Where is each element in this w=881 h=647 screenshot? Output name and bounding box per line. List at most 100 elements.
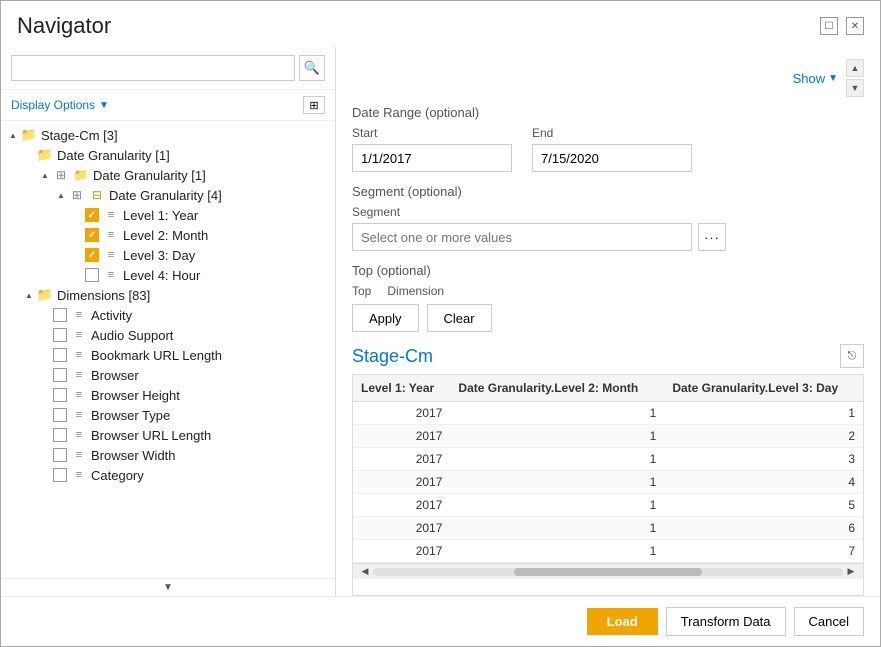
table-cell: 2017 [353,448,450,471]
table-cell: 1 [664,402,863,425]
checkbox-browser[interactable] [53,368,67,382]
tree-item-dimensions[interactable]: ▲ 📁 Dimensions [83] [1,285,335,305]
table-cell: 4 [664,471,863,494]
tree-item-date-gran-3[interactable]: ▲ ⊞ ⊟ Date Granularity [4] [1,185,335,205]
tree-item-bookmark-url[interactable]: ≡ Bookmark URL Length [1,345,335,365]
tree-item-audio-support[interactable]: ≡ Audio Support [1,325,335,345]
tree-item-browser-width[interactable]: ≡ Browser Width [1,445,335,465]
scroll-left-button[interactable]: ◀ [357,564,373,580]
tree-item-stage-cm[interactable]: ▲ 📁 Stage-Cm [3] [1,125,335,145]
tree-item-level-hour[interactable]: ≡ Level 4: Hour [1,265,335,285]
tree-item-browser-url-length[interactable]: ≡ Browser URL Length [1,425,335,445]
clear-button[interactable]: Clear [427,304,492,332]
expand-icon-browser-width [37,447,53,463]
checkbox-bookmark-url[interactable] [53,348,67,362]
expand-icon-date-gran-1[interactable] [21,147,37,163]
right-scroll-down[interactable]: ▼ [846,79,864,97]
data-table-wrapper: Level 1: Year Date Granularity.Level 2: … [352,374,864,596]
field-icon-browser-height: ≡ [71,387,87,403]
table-cell: 7 [664,540,863,563]
checkbox-browser-type[interactable] [53,408,67,422]
checkbox-browser-url-length[interactable] [53,428,67,442]
folder-icon-dimensions: 📁 [37,287,53,303]
search-button[interactable]: 🔍 [299,55,325,81]
tree-label-date-gran-2: Date Granularity [1] [93,168,206,183]
display-options-bar: Display Options ▼ ⊞ [1,90,335,121]
checkbox-activity[interactable] [53,308,67,322]
tree-item-browser-height[interactable]: ≡ Browser Height [1,385,335,405]
right-scroll-up[interactable]: ▲ [846,59,864,77]
start-input[interactable] [352,144,512,172]
expand-icon-browser-height [37,387,53,403]
close-button[interactable]: ✕ [846,17,864,35]
tree-scroll-down[interactable]: ▼ [1,578,335,596]
tree-item-browser[interactable]: ≡ Browser [1,365,335,385]
segment-more-button[interactable]: ··· [698,223,726,251]
tree-label-dimensions: Dimensions [83] [57,288,150,303]
table-scroll-container[interactable]: Level 1: Year Date Granularity.Level 2: … [353,375,863,563]
checkbox-level-month[interactable] [85,228,99,242]
tree-item-level-month[interactable]: ≡ Level 2: Month [1,225,335,245]
scrollbar-thumb[interactable] [514,568,702,576]
expand-icon-activity [37,307,53,323]
export-icon: ⎋ [848,350,857,363]
checkbox-level-day[interactable] [85,248,99,262]
apply-button[interactable]: Apply [352,304,419,332]
col-header-year: Level 1: Year [353,375,450,402]
expand-icon-browser-type [37,407,53,423]
tree-item-category[interactable]: ≡ Category [1,465,335,485]
expand-icon-audio-support [37,327,53,343]
load-button[interactable]: Load [587,608,658,635]
scroll-right-button[interactable]: ▶ [843,564,859,580]
tree-label-level-month: Level 2: Month [123,228,208,243]
show-button[interactable]: Show ▼ [793,59,838,97]
minimize-button[interactable]: ☐ [820,17,838,35]
top-title: Top (optional) [352,263,864,278]
segment-input[interactable] [352,223,692,251]
table-icon-date-gran-3: ⊞ [69,187,85,203]
field-icon-level-day: ≡ [103,247,119,263]
date-range-title: Date Range (optional) [352,105,864,120]
expand-icon-dimensions[interactable]: ▲ [21,287,37,303]
tree-item-date-gran-2[interactable]: ▲ ⊞ 📁 Date Granularity [1] [1,165,335,185]
tree-container[interactable]: ▲ 📁 Stage-Cm [3] 📁 Date Granularity [1] … [1,121,335,578]
tree-label-category: Category [91,468,144,483]
checkbox-level-year[interactable] [85,208,99,222]
expand-icon-date-gran-2[interactable]: ▲ [37,167,53,183]
end-input[interactable] [532,144,692,172]
start-field: Start [352,126,512,172]
search-input[interactable] [11,55,295,81]
table2-icon-date-gran-3: ⊟ [89,187,105,203]
field-icon-category: ≡ [71,467,87,483]
dimension-field: Dimension [387,284,444,298]
cancel-button[interactable]: Cancel [794,607,864,636]
tree-label-browser-url-length: Browser URL Length [91,428,211,443]
checkbox-category[interactable] [53,468,67,482]
preview-export-button[interactable]: ⎋ [840,344,864,368]
tree-item-date-gran-1[interactable]: 📁 Date Granularity [1] [1,145,335,165]
field-icon-level-year: ≡ [103,207,119,223]
expand-icon-stage-cm[interactable]: ▲ [5,127,21,143]
table-cell: 1 [450,425,664,448]
expand-icon-date-gran-3[interactable]: ▲ [53,187,69,203]
folder-icon-date-gran-2: 📁 [73,167,89,183]
tree-item-browser-type[interactable]: ≡ Browser Type [1,405,335,425]
field-icon-level-month: ≡ [103,227,119,243]
horizontal-scrollbar[interactable]: ◀ ▶ [353,563,863,579]
segment-section: Segment (optional) Segment ··· [352,184,864,251]
tree-item-activity[interactable]: ≡ Activity [1,305,335,325]
tree-item-level-day[interactable]: ≡ Level 3: Day [1,245,335,265]
table-cell: 2017 [353,471,450,494]
preview-section: Stage-Cm ⎋ Level 1: Year Date Granularit… [352,344,864,596]
table-cell: 3 [664,448,863,471]
checkbox-browser-width[interactable] [53,448,67,462]
table-view-icon[interactable]: ⊞ [303,96,325,114]
tree-item-level-year[interactable]: ≡ Level 1: Year [1,205,335,225]
transform-button[interactable]: Transform Data [666,607,786,636]
checkbox-audio-support[interactable] [53,328,67,342]
end-label: End [532,126,692,140]
field-icon-browser-url-length: ≡ [71,427,87,443]
checkbox-browser-height[interactable] [53,388,67,402]
checkbox-level-hour[interactable] [85,268,99,282]
display-options-button[interactable]: Display Options ▼ [11,98,109,112]
